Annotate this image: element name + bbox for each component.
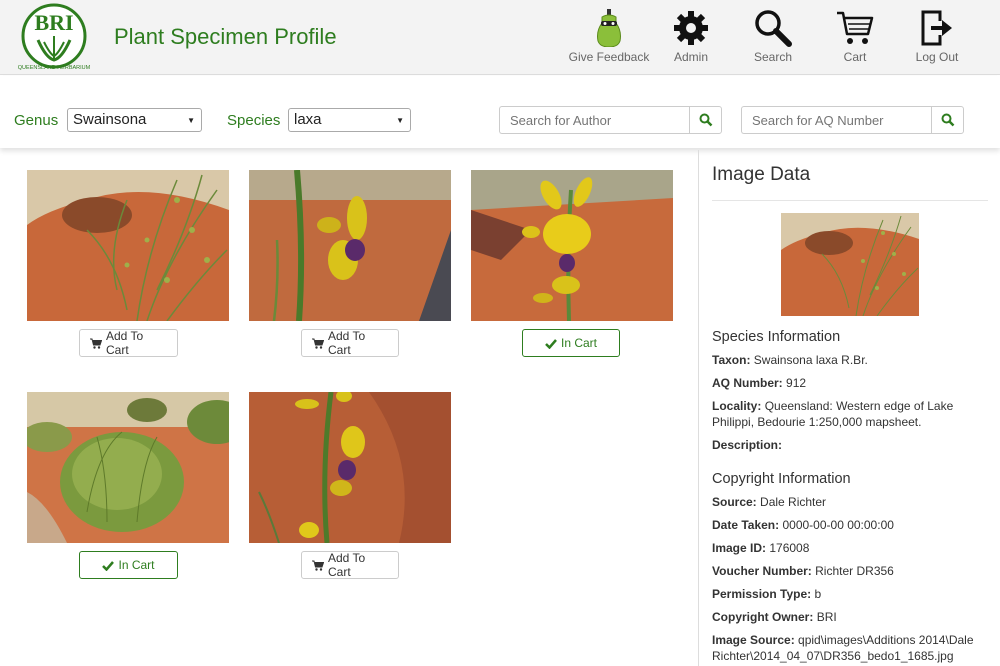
top-nav: Give Feedback Admin Search Cart Log Out — [568, 8, 978, 64]
copyright-info-heading: Copyright Information — [712, 471, 851, 487]
copyright-owner-field: Copyright Owner: BRI — [712, 610, 837, 624]
check-icon — [545, 338, 557, 349]
source-field: Source: Dale Richter — [712, 495, 827, 509]
divider — [712, 200, 988, 201]
add-to-cart-button[interactable]: Add To Cart — [79, 329, 178, 357]
logo-subtext: QUEENSLAND HERBARIUM — [18, 65, 91, 71]
aq-search-input[interactable] — [741, 106, 931, 134]
image-id-field: Image ID: 176008 — [712, 541, 810, 555]
gallery-tile: In Cart — [27, 392, 229, 579]
voucher-number-field: Voucher Number: Richter DR356 — [712, 564, 894, 578]
gear-icon — [671, 8, 711, 48]
add-to-cart-button[interactable]: Add To Cart — [301, 551, 399, 579]
species-label: Species — [227, 112, 281, 129]
specimen-image[interactable] — [471, 170, 673, 321]
cart-icon — [312, 338, 324, 349]
logout-icon — [917, 8, 957, 48]
page-title: Plant Specimen Profile — [114, 24, 337, 49]
gallery-tile: Add To Cart — [249, 170, 451, 357]
specimen-gallery: Add To Cart Add To Cart In Cart In Cart … — [0, 150, 699, 666]
genus-label: Genus — [14, 112, 59, 129]
aq-number-field: AQ Number: 912 — [712, 376, 807, 390]
check-icon — [102, 560, 115, 571]
gallery-tile: In Cart — [471, 170, 673, 357]
species-select[interactable]: laxa ▼ — [288, 108, 411, 132]
app-header: BRI QUEENSLAND HERBARIUM Plant Specimen … — [0, 0, 1000, 75]
locality-field: Locality: Queensland: Western edge of La… — [712, 399, 954, 429]
specimen-image[interactable] — [27, 170, 229, 321]
caret-down-icon: ▼ — [187, 116, 195, 125]
cart-icon — [312, 560, 324, 571]
add-to-cart-button[interactable]: Add To Cart — [301, 329, 399, 357]
nav-give-feedback[interactable]: Give Feedback — [568, 8, 650, 64]
genus-select[interactable]: Swainsona ▼ — [67, 108, 202, 132]
cart-icon — [90, 338, 102, 349]
specimen-image[interactable] — [27, 392, 229, 543]
image-data-title: Image Data — [712, 164, 811, 185]
in-cart-button[interactable]: In Cart — [79, 551, 178, 579]
gallery-tile: Add To Cart — [249, 392, 451, 579]
in-cart-button[interactable]: In Cart — [522, 329, 620, 357]
selected-image-preview[interactable] — [781, 213, 919, 317]
search-icon — [753, 8, 793, 48]
svg-text:BRI: BRI — [34, 10, 73, 35]
aq-search-button[interactable] — [931, 106, 964, 134]
description-field: Description: — [712, 438, 783, 452]
genus-select-value: Swainsona — [73, 111, 147, 128]
gallery-tile: Add To Cart — [27, 170, 229, 357]
bri-logo[interactable]: BRI QUEENSLAND HERBARIUM — [16, 2, 106, 72]
image-data-panel: Image Data Species Information Taxon: Sw… — [712, 150, 988, 664]
specimen-image[interactable] — [249, 170, 451, 321]
author-search-button[interactable] — [689, 106, 722, 134]
species-info-heading: Species Information — [712, 329, 841, 345]
nav-cart[interactable]: Cart — [814, 8, 896, 64]
species-select-value: laxa — [294, 111, 322, 128]
nav-search[interactable]: Search — [732, 8, 814, 64]
nav-log-out[interactable]: Log Out — [896, 8, 978, 64]
specimen-image[interactable] — [249, 392, 451, 543]
search-icon — [699, 113, 712, 127]
nav-admin[interactable]: Admin — [650, 8, 732, 64]
author-search-input[interactable] — [499, 106, 689, 134]
taxon-field: Taxon: Swainsona laxa R.Br. — [712, 353, 868, 367]
filter-bar: Genus Swainsona ▼ Species laxa ▼ — [0, 76, 1000, 148]
cart-icon — [835, 8, 875, 48]
search-icon — [941, 113, 954, 127]
aq-search-group — [741, 106, 964, 134]
date-taken-field: Date Taken: 0000-00-00 00:00:00 — [712, 518, 894, 532]
permission-type-field: Permission Type: b — [712, 587, 822, 601]
author-search-group — [499, 106, 722, 134]
caret-down-icon: ▼ — [396, 116, 404, 125]
panel-divider — [698, 150, 699, 666]
image-source-field: Image Source: qpid\images\Additions 2014… — [712, 633, 974, 663]
feedback-icon — [589, 8, 629, 48]
